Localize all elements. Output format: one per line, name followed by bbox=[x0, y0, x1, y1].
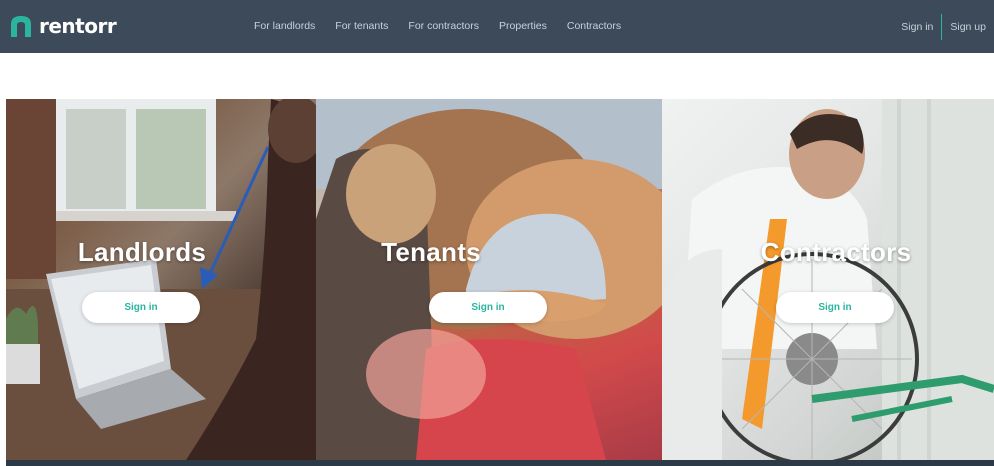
main-nav: For landlords For tenants For contractor… bbox=[254, 20, 621, 32]
nav-link-for-landlords[interactable]: For landlords bbox=[254, 20, 315, 32]
auth-divider bbox=[941, 14, 943, 40]
brand-logo[interactable]: rentorr bbox=[8, 13, 117, 39]
brand-name: rentorr bbox=[39, 14, 117, 38]
tenants-panel: Tenants Sign in bbox=[316, 99, 662, 460]
landlords-sign-in-button[interactable]: Sign in bbox=[82, 292, 200, 323]
sign-up-link[interactable]: Sign up bbox=[950, 21, 986, 33]
contractors-panel: Contractors Sign in bbox=[662, 99, 994, 460]
tenants-title: Tenants bbox=[381, 237, 481, 267]
annotation-arrow bbox=[200, 146, 270, 289]
contractors-title: Contractors bbox=[760, 237, 912, 267]
tenants-photo bbox=[316, 99, 662, 460]
sign-in-link[interactable]: Sign in bbox=[901, 21, 933, 33]
house-arch-icon bbox=[11, 16, 31, 37]
auth-links: Sign in Sign up bbox=[901, 13, 986, 41]
nav-link-properties[interactable]: Properties bbox=[499, 20, 547, 32]
nav-link-for-tenants[interactable]: For tenants bbox=[335, 20, 388, 32]
nav-link-contractors[interactable]: Contractors bbox=[567, 20, 621, 32]
top-navbar: rentorr For landlords For tenants For co… bbox=[0, 0, 994, 53]
role-panels: Landlords Sign in Tenants Sign in Contra… bbox=[6, 99, 994, 460]
landlords-panel: Landlords Sign in bbox=[6, 99, 316, 460]
footer-strip bbox=[6, 460, 994, 466]
contractors-sign-in-button[interactable]: Sign in bbox=[776, 292, 894, 323]
nav-link-for-contractors[interactable]: For contractors bbox=[408, 20, 479, 32]
tenants-sign-in-button[interactable]: Sign in bbox=[429, 292, 547, 323]
contractors-photo bbox=[662, 99, 994, 460]
landlords-title: Landlords bbox=[77, 237, 207, 267]
